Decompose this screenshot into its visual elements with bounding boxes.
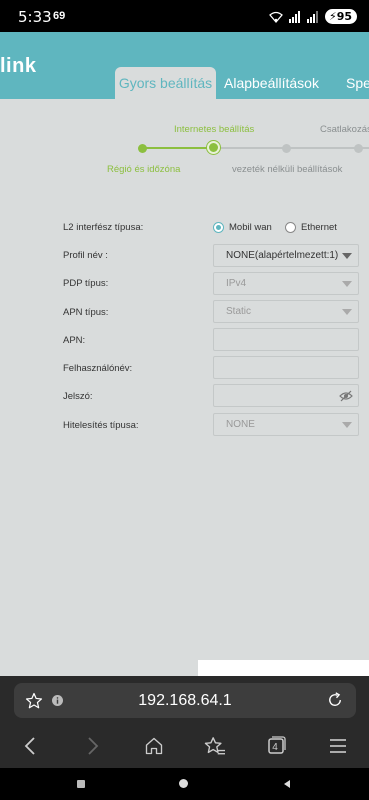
browser-nav-row: 4 bbox=[0, 728, 369, 764]
footer-panel bbox=[198, 660, 369, 676]
battery-level: 95 bbox=[336, 10, 352, 23]
chevron-down-icon bbox=[342, 281, 352, 287]
recent-apps-button[interactable] bbox=[77, 780, 85, 788]
bookmarks-star-icon bbox=[204, 737, 225, 755]
radio-ethernet-label[interactable]: Ethernet bbox=[301, 222, 337, 233]
chevron-left-icon bbox=[24, 737, 35, 755]
notification-count: 69 bbox=[53, 10, 66, 22]
auth-type-value: NONE bbox=[226, 419, 255, 430]
step-label-connection: Csatlakozás bbox=[320, 124, 369, 135]
radio-ethernet[interactable] bbox=[285, 222, 296, 233]
back-button[interactable] bbox=[12, 728, 48, 764]
tab-count: 4 bbox=[272, 741, 278, 753]
password-input[interactable] bbox=[213, 384, 359, 407]
pdp-type-select[interactable]: IPv4 bbox=[213, 272, 359, 295]
step-line-done bbox=[142, 147, 214, 149]
step-label-internet: Internetes beállítás bbox=[174, 124, 255, 135]
apn-label: APN: bbox=[63, 335, 86, 346]
hamburger-menu-icon bbox=[330, 739, 346, 753]
bookmarks-button[interactable] bbox=[197, 728, 233, 764]
step-dot-region bbox=[137, 143, 147, 153]
pdp-type-value: IPv4 bbox=[226, 278, 247, 289]
tabs-button[interactable]: 4 bbox=[258, 728, 294, 764]
forward-button[interactable] bbox=[75, 728, 111, 764]
pdp-type-label: PDP típus: bbox=[63, 278, 109, 289]
chevron-down-icon bbox=[342, 422, 352, 428]
chevron-down-icon bbox=[342, 253, 352, 259]
chevron-right-icon bbox=[88, 737, 99, 755]
bolt-icon: ⚡ bbox=[328, 10, 337, 23]
notification-icon: 69 bbox=[53, 10, 65, 22]
system-navigation-bar bbox=[0, 768, 369, 800]
brand-logo: link bbox=[0, 55, 37, 77]
address-bar[interactable]: 192.168.64.1 bbox=[14, 683, 356, 718]
url-text[interactable]: 192.168.64.1 bbox=[14, 692, 356, 710]
radio-mobile-wan-label[interactable]: Mobil wan bbox=[229, 222, 272, 233]
reload-icon[interactable] bbox=[326, 691, 344, 709]
apn-type-select[interactable]: Static bbox=[213, 300, 359, 323]
apn-type-label: APN típus: bbox=[63, 307, 109, 318]
profile-name-select[interactable]: NONE(alapértelmezett:1) bbox=[213, 244, 359, 267]
router-webpage: link Gyors beállítás Alapbeállítások Spe… bbox=[0, 32, 369, 676]
signal-icon-1 bbox=[288, 10, 300, 23]
profile-name-value: NONE(alapértelmezett:1) bbox=[226, 250, 339, 261]
radio-mobile-wan[interactable] bbox=[213, 222, 224, 233]
step-label-wireless: vezeték nélküli beállítások bbox=[232, 164, 343, 175]
eye-off-icon[interactable] bbox=[339, 390, 353, 402]
step-line-pending bbox=[214, 147, 369, 149]
step-dot-connection bbox=[353, 143, 363, 153]
l2-interface-label: L2 interfész típusa: bbox=[63, 222, 144, 233]
step-dot-internet-current bbox=[207, 141, 220, 154]
status-time: 5:33 bbox=[18, 8, 52, 26]
menu-button[interactable] bbox=[320, 728, 356, 764]
step-label-region: Régió és időzóna bbox=[107, 164, 181, 175]
chevron-down-icon bbox=[342, 309, 352, 315]
home-icon bbox=[145, 737, 163, 755]
username-input[interactable] bbox=[213, 356, 359, 379]
home-button[interactable] bbox=[136, 728, 172, 764]
page-header: link Gyors beállítás Alapbeállítások Spe… bbox=[0, 32, 369, 99]
auth-type-select[interactable]: NONE bbox=[213, 413, 359, 436]
auth-type-label: Hitelesítés típusa: bbox=[63, 420, 139, 431]
home-nav-button[interactable] bbox=[179, 779, 188, 788]
profile-name-label: Profil név : bbox=[63, 250, 108, 261]
battery-indicator: ⚡95 bbox=[324, 9, 357, 24]
browser-toolbar: 192.168.64.1 4 bbox=[0, 676, 369, 768]
status-bar: 5:33 69 ⚡95 bbox=[0, 0, 369, 32]
apn-type-value: Static bbox=[226, 306, 252, 317]
password-label: Jelszó: bbox=[63, 391, 93, 402]
wifi-icon bbox=[269, 11, 283, 23]
tab-special[interactable]: Spec bbox=[346, 67, 369, 99]
apn-input[interactable] bbox=[213, 328, 359, 351]
tab-quick-setup[interactable]: Gyors beállítás bbox=[115, 67, 216, 99]
back-nav-icon[interactable] bbox=[283, 779, 291, 789]
tab-basic-settings[interactable]: Alapbeállítások bbox=[224, 67, 319, 99]
step-dot-wireless bbox=[281, 143, 291, 153]
username-label: Felhasználónév: bbox=[63, 363, 133, 374]
signal-icon-2 bbox=[306, 10, 318, 23]
